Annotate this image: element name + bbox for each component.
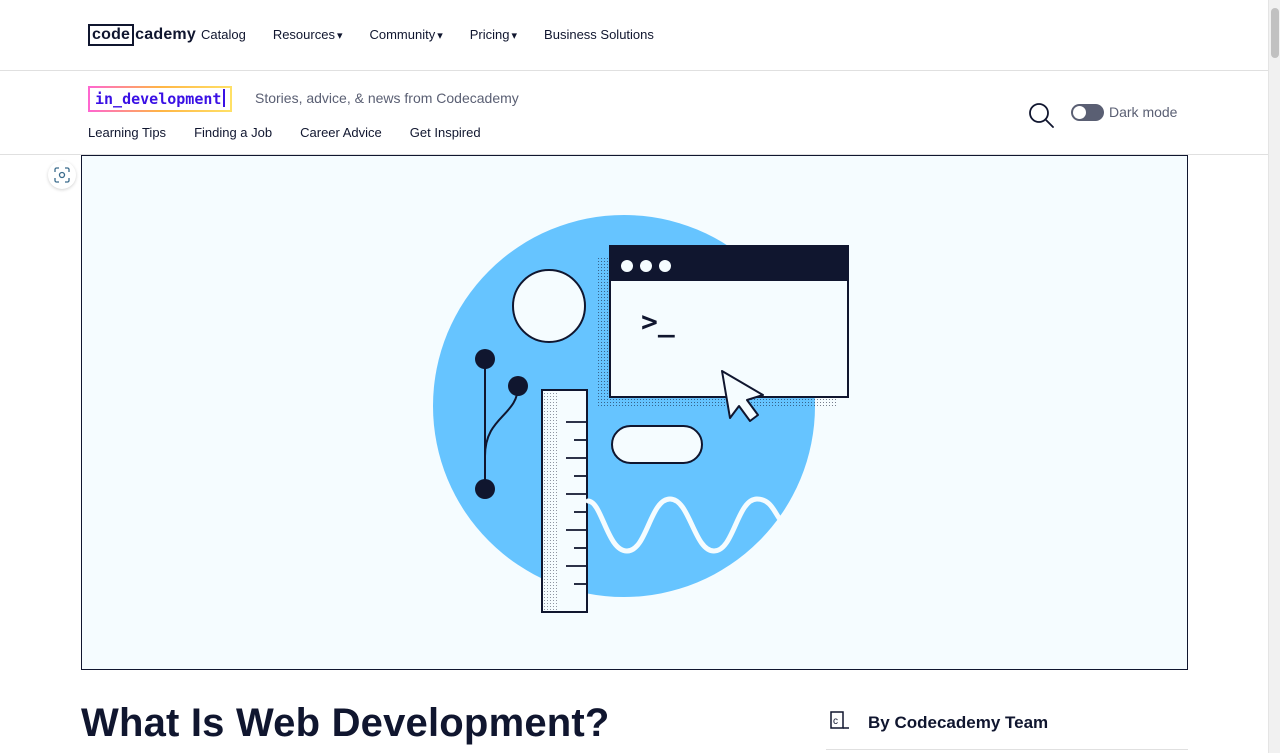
category-nav: Learning Tips Finding a Job Career Advic… [88,125,509,140]
nav-catalog-label: Catalog [201,27,246,42]
dark-mode-toggle[interactable] [1071,104,1104,121]
logo-rest-text: cademy [135,26,196,43]
top-navigation: code cademy Catalog Resources ▾ Community ▾… [0,0,1268,71]
toggle-knob [1073,106,1086,119]
category-learning-tips[interactable]: Learning Tips [88,125,166,140]
category-finding-a-job[interactable]: Finding a Job [194,125,272,140]
nav-pricing[interactable]: Pricing ▾ [470,27,517,42]
chevron-down-icon: ▾ [511,30,518,42]
codecademy-c-icon: c [830,710,850,735]
nav-business-solutions-label: Business Solutions [544,27,654,42]
text-cursor-icon [223,89,226,107]
dark-mode-label: Dark mode [1109,104,1178,120]
codecademy-logo[interactable]: code cademy [88,24,196,46]
search-icon[interactable] [1027,101,1055,129]
page-scrollbar[interactable] [1268,0,1280,753]
blog-tagline: Stories, advice, & news from Codecademy [255,90,519,106]
blog-header: in_development Stories, advice, & news f… [0,71,1268,155]
image-focus-icon[interactable] [48,161,76,189]
nav-catalog[interactable]: Catalog [201,27,246,42]
category-career-advice[interactable]: Career Advice [300,125,382,140]
logo-boxed-text: code [88,24,135,46]
chevron-down-icon: ▾ [437,30,443,42]
main-nav: Catalog Resources ▾ Community ▾ Pricing ▾ B… [201,27,681,42]
svg-text:c: c [833,716,838,727]
terminal-prompt: >_ [641,305,675,338]
nav-community[interactable]: Community ▾ [369,27,442,42]
badge-text: in_development [95,90,222,108]
nav-pricing-label: Pricing [469,27,510,42]
nav-community-label: Community [369,27,436,42]
nav-resources[interactable]: Resources ▾ [273,27,343,42]
scrollbar-thumb[interactable] [1271,8,1279,58]
author-name[interactable]: By Codecademy Team [868,713,1048,733]
divider [826,749,1188,750]
category-get-inspired[interactable]: Get Inspired [410,125,481,140]
author-block: c By Codecademy Team [830,710,1048,735]
web-development-illustration: >_ [433,215,849,613]
nav-resources-label: Resources [272,27,335,42]
hero-illustration: >_ [81,155,1188,670]
chevron-down-icon: ▾ [336,30,343,42]
article-title: What Is Web Development? [81,701,610,745]
nav-business-solutions[interactable]: Business Solutions [544,27,654,42]
in-development-badge[interactable]: in_development [88,86,233,112]
